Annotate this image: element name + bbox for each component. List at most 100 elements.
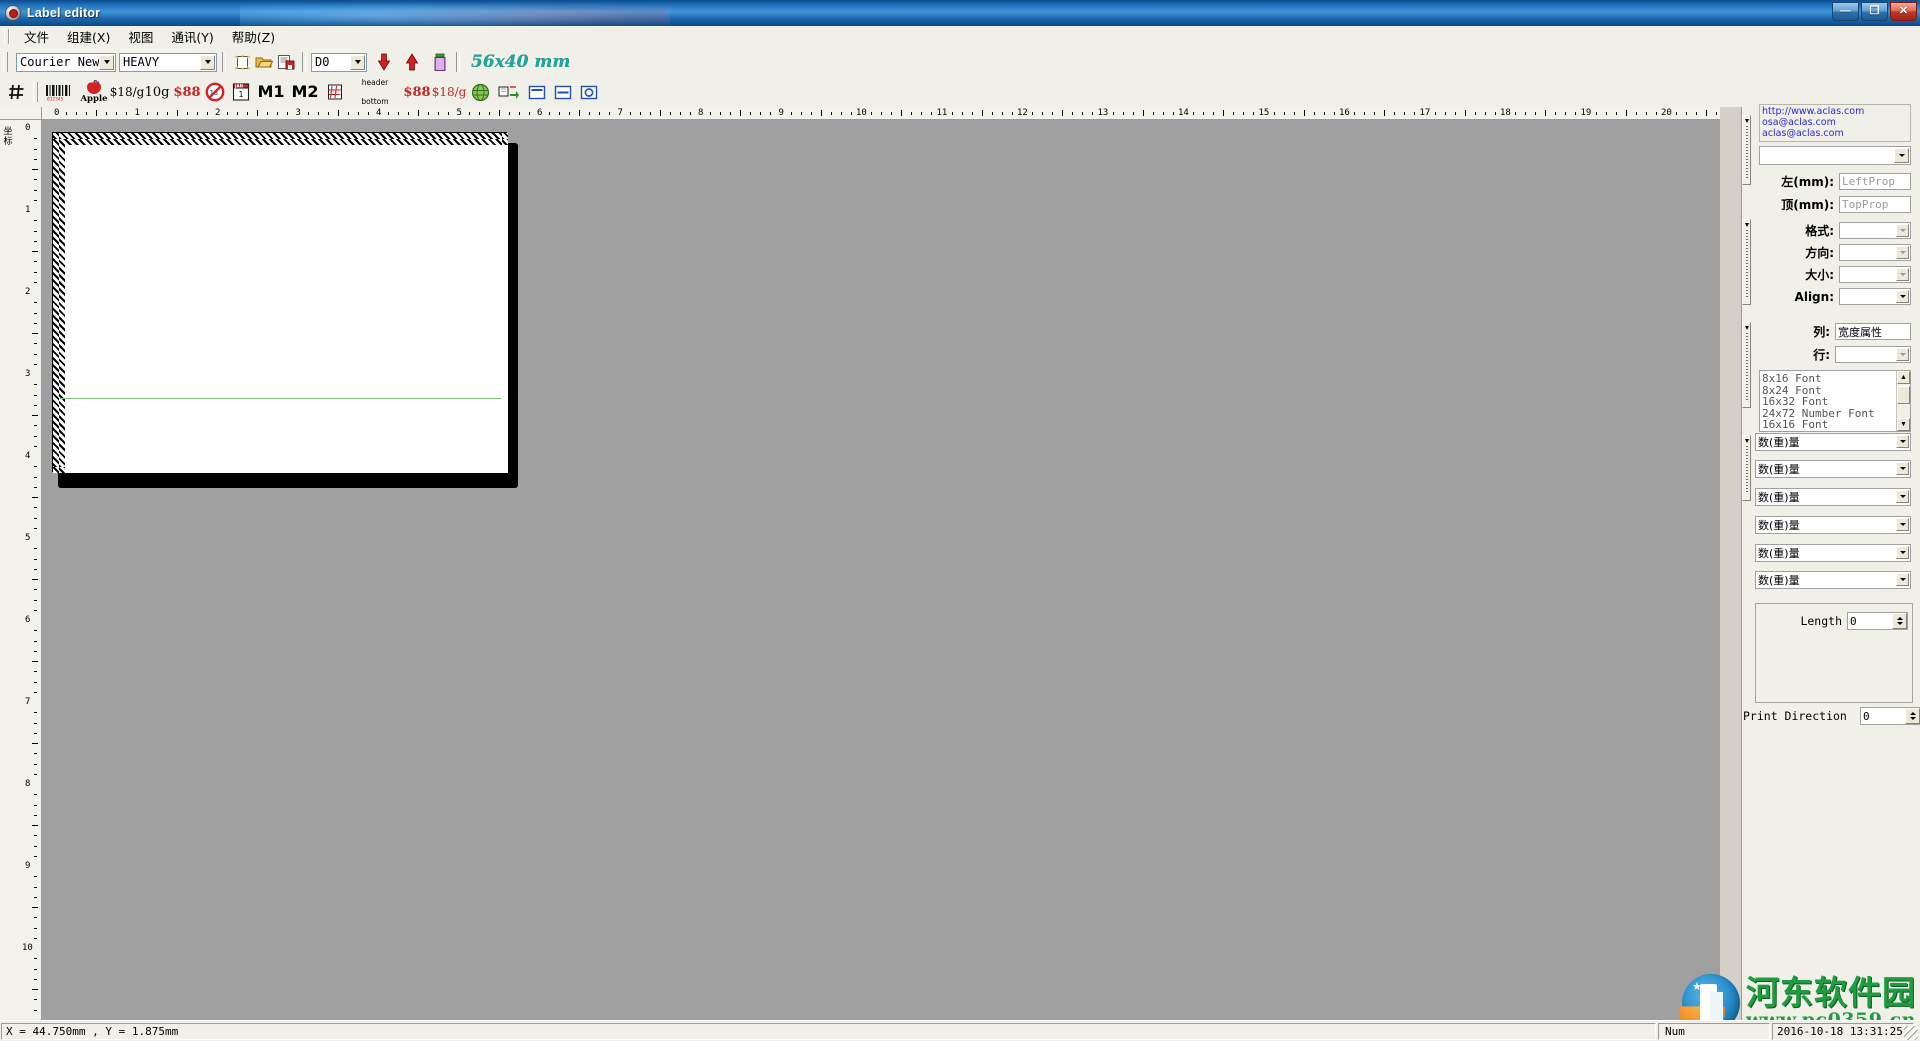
chevron-down-icon[interactable] bbox=[1896, 546, 1909, 559]
minimize-button[interactable]: — bbox=[1832, 2, 1859, 21]
chevron-down-icon[interactable] bbox=[1896, 348, 1909, 361]
download-to-printer-button[interactable] bbox=[373, 51, 395, 73]
ruler-tick bbox=[34, 528, 37, 529]
label-card[interactable] bbox=[52, 132, 507, 472]
frame-tool-button[interactable] bbox=[524, 79, 550, 105]
scroll-up-icon[interactable]: ▲ bbox=[1897, 371, 1910, 384]
line-tool-button[interactable] bbox=[550, 79, 576, 105]
list-item[interactable]: 16x32 Font bbox=[1760, 396, 1910, 408]
chevron-down-icon[interactable] bbox=[1896, 518, 1909, 531]
menu-item-file[interactable]: 文件 bbox=[15, 25, 58, 48]
chevron-down-icon[interactable] bbox=[1896, 224, 1909, 237]
toolbar-drag-grip[interactable] bbox=[3, 52, 8, 72]
chevron-down-icon[interactable] bbox=[1896, 462, 1909, 475]
scroll-down-icon[interactable]: ▼ bbox=[1897, 418, 1910, 431]
align-combo[interactable] bbox=[1839, 288, 1911, 305]
direction-combo[interactable] bbox=[1839, 244, 1911, 261]
list-item[interactable]: 8x16 Font bbox=[1760, 373, 1910, 385]
contact-links-box[interactable]: http://www.aclas.com osa@aclas.com aclas… bbox=[1759, 104, 1911, 142]
chevron-down-icon[interactable] bbox=[1896, 290, 1909, 303]
aclas-extra-link[interactable]: aclas@aclas.com bbox=[1762, 128, 1908, 139]
menu-bar: 文件 组建(X) 视图 通讯(Y) 帮助(Z) bbox=[0, 26, 1920, 48]
aclas-website-link[interactable]: http://www.aclas.com bbox=[1762, 106, 1908, 117]
panel-splitter-4[interactable] bbox=[1742, 435, 1751, 501]
chevron-down-icon[interactable] bbox=[1894, 148, 1909, 163]
printer-model-combo[interactable]: D0 bbox=[311, 53, 367, 72]
quantity-combo-4[interactable]: 数(重)量 bbox=[1755, 516, 1911, 534]
close-button[interactable]: ✕ bbox=[1890, 2, 1917, 21]
top-mm-input[interactable]: TopProp bbox=[1839, 196, 1911, 213]
scrollbar-thumb[interactable] bbox=[1897, 386, 1910, 404]
message-m2-tool-button[interactable]: M2 bbox=[288, 79, 322, 105]
unit-price-label: $18/g bbox=[110, 86, 145, 98]
rotate-tool-button[interactable] bbox=[494, 79, 524, 105]
header-footer-tool-button[interactable]: header bottom bbox=[348, 78, 402, 106]
object-selector-combo[interactable] bbox=[1759, 146, 1911, 165]
length-spinner[interactable]: 0 bbox=[1847, 612, 1908, 630]
menu-item-help[interactable]: 帮助(Z) bbox=[223, 25, 284, 48]
product-name-tool-button[interactable]: Apple bbox=[76, 79, 112, 105]
message-m1-tool-button[interactable]: M1 bbox=[254, 79, 288, 105]
barcode-tool-button[interactable]: 012345 bbox=[42, 79, 76, 105]
chevron-down-icon[interactable] bbox=[99, 55, 114, 70]
quantity-combo-6[interactable]: 数(重)量 bbox=[1755, 571, 1911, 589]
no-discount-tool-button[interactable]: 18 bbox=[202, 79, 228, 105]
list-item[interactable]: 16x16 Font bbox=[1760, 419, 1910, 431]
chevron-down-icon[interactable] bbox=[350, 55, 365, 70]
maximize-button[interactable]: ❐ bbox=[1861, 2, 1888, 21]
font-family-combo[interactable]: Courier New bbox=[16, 53, 116, 72]
grid-tool-button[interactable] bbox=[4, 79, 30, 105]
menu-item-communication[interactable]: 通讯(Y) bbox=[162, 25, 222, 48]
panel-splitter-1[interactable] bbox=[1742, 115, 1751, 185]
vertical-ruler[interactable]: 012345678910 bbox=[0, 120, 42, 1020]
discount-label: $18/g bbox=[432, 86, 467, 98]
quantity-combo-1[interactable]: 数(重)量 bbox=[1755, 433, 1911, 451]
horizontal-ruler[interactable]: 01234567891011121314151617181920 bbox=[42, 107, 1720, 120]
font-weight-combo[interactable]: HEAVY bbox=[119, 53, 217, 72]
chevron-down-icon[interactable] bbox=[1896, 573, 1909, 586]
save-file-button[interactable] bbox=[275, 51, 297, 73]
resize-grip[interactable] bbox=[1904, 1026, 1918, 1040]
upload-from-printer-button[interactable] bbox=[401, 51, 423, 73]
quantity-combo-2[interactable]: 数(重)量 bbox=[1755, 460, 1911, 478]
panel-splitter-3[interactable] bbox=[1742, 322, 1751, 408]
label-design-canvas[interactable] bbox=[42, 120, 1720, 1020]
row-combo[interactable] bbox=[1835, 346, 1911, 363]
chevron-down-icon[interactable] bbox=[200, 55, 215, 70]
currency-tool-button[interactable]: $88 bbox=[402, 79, 432, 105]
object-toolbar-grip[interactable] bbox=[33, 82, 38, 102]
discount-price-tool-button[interactable]: $18/g bbox=[432, 79, 466, 105]
chevron-down-icon[interactable] bbox=[1896, 435, 1909, 448]
quantity-combo-5[interactable]: 数(重)量 bbox=[1755, 544, 1911, 562]
column-input[interactable]: 宽度属性 bbox=[1835, 323, 1911, 340]
left-mm-input[interactable]: LeftProp bbox=[1839, 173, 1911, 190]
printer-settings-button[interactable] bbox=[429, 51, 451, 73]
new-document-button[interactable] bbox=[231, 51, 253, 73]
format-combo[interactable] bbox=[1839, 222, 1911, 239]
open-file-button[interactable] bbox=[253, 51, 275, 73]
menu-item-build[interactable]: 组建(X) bbox=[58, 25, 119, 48]
ruler-label: 10 bbox=[856, 109, 867, 118]
label-printable-area[interactable] bbox=[65, 145, 508, 473]
spinner-buttons[interactable] bbox=[1905, 708, 1920, 724]
weight-tool-button[interactable]: 10g bbox=[142, 79, 172, 105]
unit-price-tool-button[interactable]: $18/g bbox=[112, 79, 142, 105]
print-direction-spinner[interactable]: 0 bbox=[1860, 707, 1920, 725]
font-listbox[interactable]: 8x16 Font 8x24 Font 16x32 Font 24x72 Num… bbox=[1759, 370, 1911, 432]
panel-splitter-2[interactable] bbox=[1742, 219, 1751, 305]
date-tool-button[interactable]: JAN 1 bbox=[228, 79, 254, 105]
chevron-down-icon[interactable] bbox=[1896, 490, 1909, 503]
spinner-buttons[interactable] bbox=[1892, 613, 1907, 629]
total-price-tool-button[interactable]: $88 bbox=[172, 79, 202, 105]
logo-tool-button[interactable] bbox=[466, 79, 494, 105]
chevron-down-icon[interactable] bbox=[1896, 268, 1909, 281]
chevron-down-icon[interactable] bbox=[1896, 246, 1909, 259]
menu-drag-grip[interactable] bbox=[4, 29, 9, 44]
quantity-combo-3[interactable]: 数(重)量 bbox=[1755, 488, 1911, 506]
circle-tool-button[interactable] bbox=[576, 79, 602, 105]
table-tool-button[interactable] bbox=[322, 79, 348, 105]
font-list-scrollbar[interactable]: ▲ ▼ bbox=[1896, 371, 1910, 431]
size-combo[interactable] bbox=[1839, 266, 1911, 283]
aclas-email-link[interactable]: osa@aclas.com bbox=[1762, 117, 1908, 128]
menu-item-view[interactable]: 视图 bbox=[119, 25, 162, 48]
